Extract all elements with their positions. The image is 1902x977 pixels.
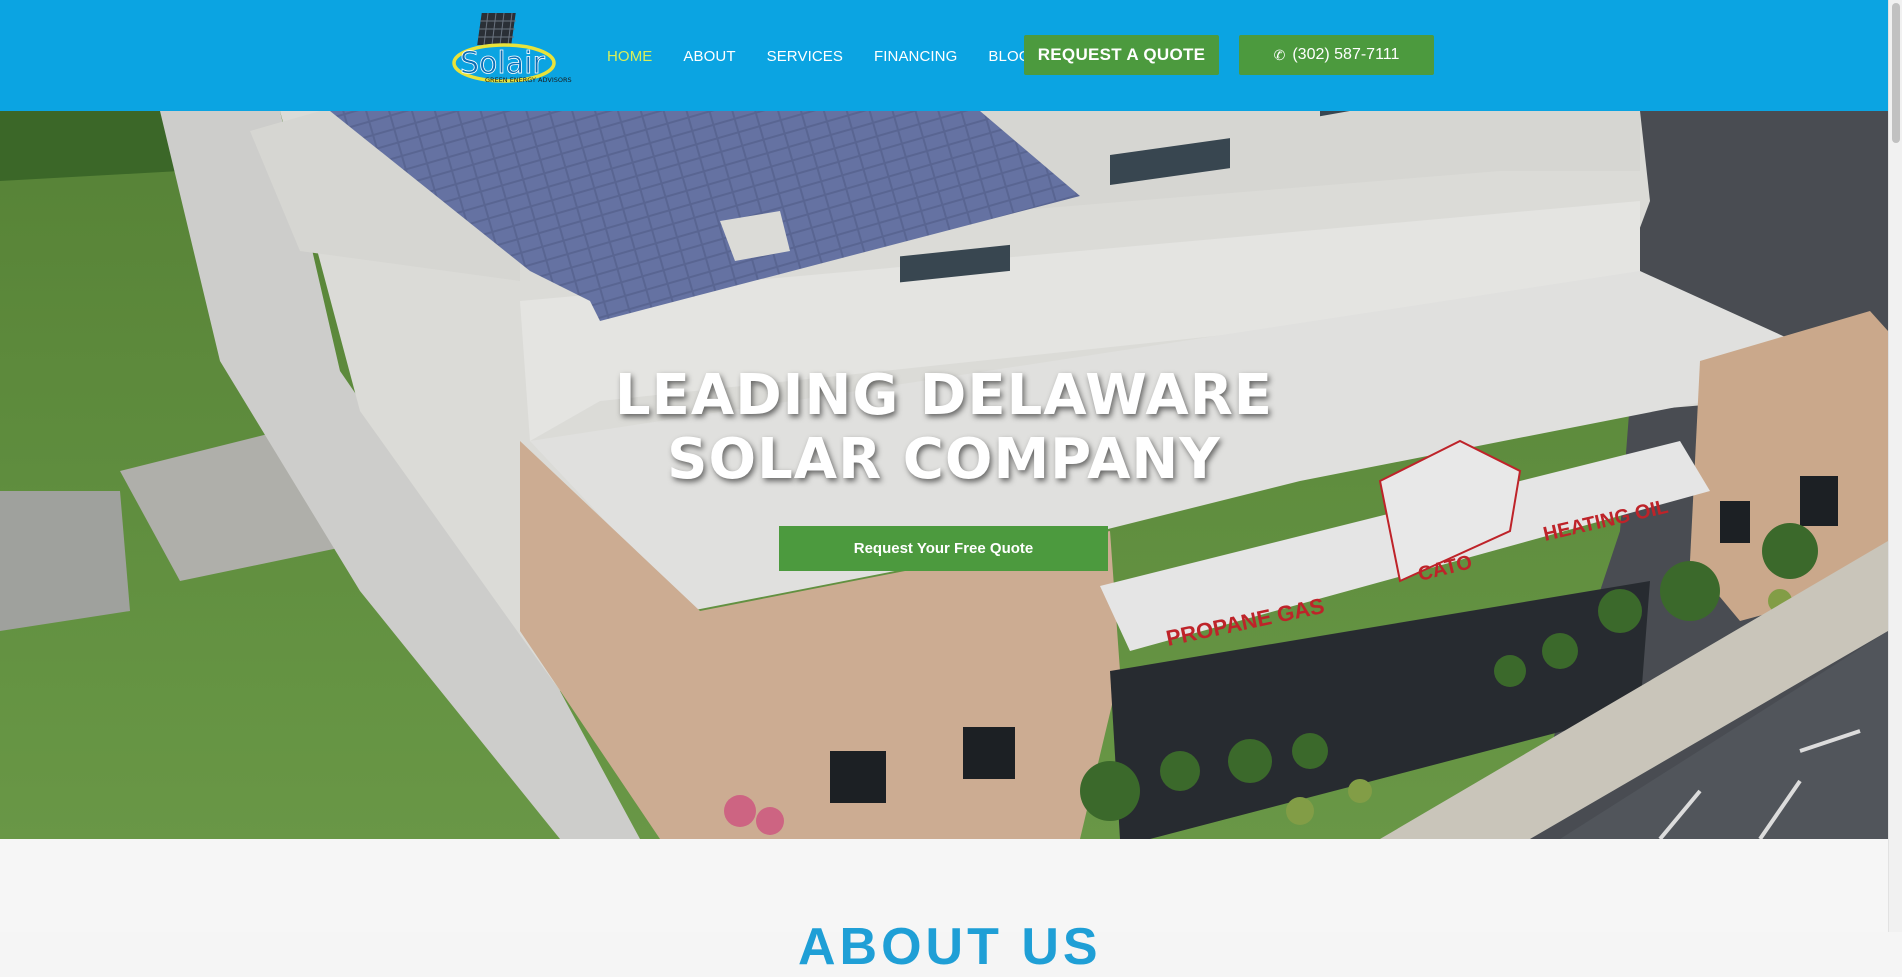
phone-number: (302) 587-7111 — [1292, 46, 1400, 63]
free-quote-label: Request Your Free Quote — [853, 540, 1034, 557]
main-nav: HOME ABOUT SERVICES FINANCING BLOG — [607, 46, 1061, 66]
site-header: Solair GREEN ENERGY ADVISORS HOME ABOUT … — [0, 0, 1888, 111]
hero-title-line-1: LEADING DELAWARE — [614, 363, 1274, 428]
logo-tagline: GREEN ENERGY ADVISORS — [485, 76, 572, 84]
hero-title: LEADING DELAWARE SOLAR COMPANY — [500, 364, 1388, 492]
request-quote-label: REQUEST A QUOTE — [1037, 45, 1206, 64]
nav-financing[interactable]: FINANCING — [874, 48, 957, 65]
phone-button[interactable]: ✆ (302) 587-7111 — [1239, 35, 1434, 75]
solair-logo[interactable]: Solair GREEN ENERGY ADVISORS — [452, 11, 572, 85]
about-section: ABOUT US — [0, 839, 1888, 976]
request-quote-button[interactable]: REQUEST A QUOTE — [1024, 35, 1219, 75]
nav-home[interactable]: HOME — [607, 48, 652, 65]
hero-title-line-2: SOLAR COMPANY — [667, 427, 1221, 492]
free-quote-button[interactable]: Request Your Free Quote — [779, 526, 1108, 571]
scrollbar-thumb[interactable] — [1892, 3, 1900, 143]
hero-section: PROPANE GAS HEATING OIL CATO LEADING DEL… — [0, 111, 1888, 839]
nav-services[interactable]: SERVICES — [767, 48, 843, 65]
nav-about[interactable]: ABOUT — [683, 48, 735, 65]
phone-icon: ✆ — [1273, 46, 1286, 63]
about-title: ABOUT US — [798, 918, 1102, 976]
page-scrollbar[interactable] — [1888, 0, 1902, 932]
